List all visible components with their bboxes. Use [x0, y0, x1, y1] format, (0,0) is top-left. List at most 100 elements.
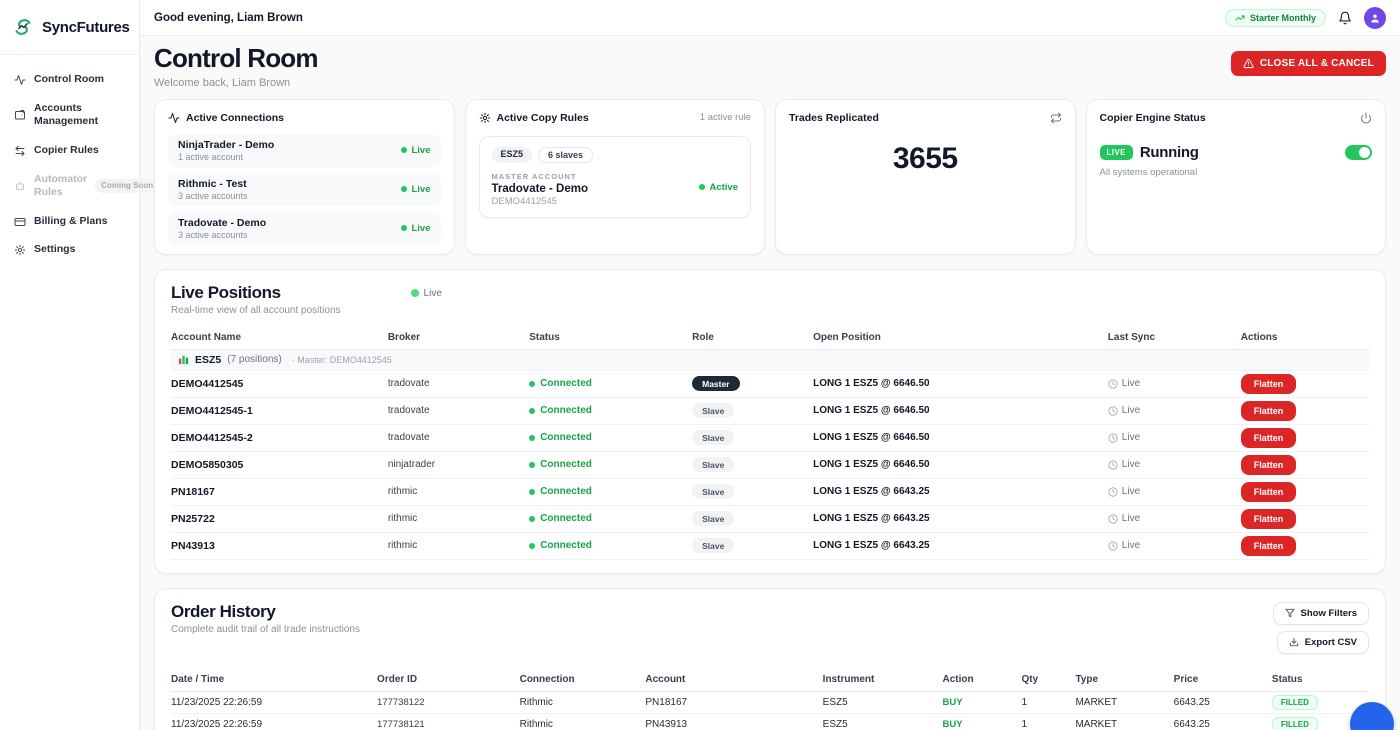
- stat-cards-row: Active Connections NinjaTrader - Demo 1 …: [154, 99, 1386, 255]
- order-datetime: 11/23/2025 22:26:59: [171, 719, 377, 730]
- sidebar-item-copier-rules[interactable]: Copier Rules: [10, 138, 129, 164]
- role-badge: Slave: [692, 511, 734, 526]
- connection-detail: 1 active account: [178, 152, 274, 162]
- trending-up-icon: [1235, 13, 1245, 23]
- flatten-button[interactable]: Flatten: [1241, 482, 1297, 502]
- last-sync-label: Live: [1122, 378, 1140, 389]
- sidebar-item-label: Copier Rules: [34, 144, 125, 158]
- live-dot-icon: [411, 289, 419, 297]
- connection-name: NinjaTrader - Demo: [178, 139, 274, 151]
- plan-badge[interactable]: Starter Monthly: [1225, 9, 1326, 27]
- trades-replicated-value: 3655: [789, 142, 1062, 176]
- order-qty: 1: [1022, 697, 1076, 708]
- gear-icon: [14, 244, 26, 256]
- open-position: LONG 1 ESZ5 @ 6646.50: [813, 405, 1108, 416]
- arrows-left-right-icon: [14, 145, 26, 157]
- order-account: PN18167: [645, 697, 822, 708]
- column-header: Instrument: [823, 674, 943, 685]
- card-title-text: Active Copy Rules: [497, 112, 589, 124]
- column-header: Role: [692, 332, 813, 343]
- column-header: Actions: [1241, 332, 1369, 343]
- position-row: DEMO5850305 ninjatrader Connected Slave …: [171, 452, 1369, 479]
- trades-replicated-card: Trades Replicated 3655: [775, 99, 1076, 255]
- person-icon: [1369, 12, 1381, 24]
- column-header: Connection: [520, 674, 646, 685]
- role-badge: Slave: [692, 430, 734, 445]
- engine-toggle[interactable]: [1345, 145, 1372, 160]
- role-badge: Slave: [692, 484, 734, 499]
- position-status: Connected: [540, 405, 592, 416]
- connection-name: Rithmic - Test: [178, 178, 248, 190]
- flatten-button[interactable]: Flatten: [1241, 455, 1297, 475]
- positions-rows: DEMO4412545 tradovate Connected Master L…: [171, 371, 1369, 560]
- credit-card-icon: [14, 216, 26, 228]
- sidebar-item-billing-plans[interactable]: Billing & Plans: [10, 209, 129, 235]
- connected-dot-icon: [529, 435, 535, 441]
- plan-badge-label: Starter Monthly: [1250, 13, 1316, 23]
- open-position: LONG 1 ESZ5 @ 6643.25: [813, 513, 1108, 524]
- column-header: Open Position: [813, 332, 1108, 343]
- connection-item: Tradovate - Demo 3 active accounts Live: [168, 212, 441, 245]
- flatten-button[interactable]: Flatten: [1241, 428, 1297, 448]
- position-account: DEMO4412545-1: [171, 405, 388, 417]
- main-area: Good evening, Liam Brown Starter Monthly…: [140, 0, 1400, 730]
- connected-dot-icon: [529, 543, 535, 549]
- order-action: BUY: [942, 719, 1021, 730]
- sidebar-item-control-room[interactable]: Control Room: [10, 67, 129, 93]
- column-header: Date / Time: [171, 674, 377, 685]
- position-row: PN25722 rithmic Connected Slave LONG 1 E…: [171, 506, 1369, 533]
- flatten-button[interactable]: Flatten: [1241, 401, 1297, 421]
- last-sync-label: Live: [1122, 513, 1140, 524]
- copier-engine-status-card: Copier Engine Status LIVE Running All sy…: [1086, 99, 1387, 255]
- live-positions-subtitle: Real-time view of all account positions: [171, 305, 341, 316]
- order-type: MARKET: [1075, 719, 1173, 730]
- master-account-id: DEMO4412545: [492, 196, 594, 207]
- live-indicator: Live: [411, 288, 442, 299]
- order-action: BUY: [942, 697, 1021, 708]
- user-avatar[interactable]: [1364, 7, 1386, 29]
- topbar: Good evening, Liam Brown Starter Monthly: [140, 0, 1400, 36]
- last-sync-label: Live: [1122, 486, 1140, 497]
- column-header: Broker: [388, 332, 529, 343]
- order-datetime: 11/23/2025 22:26:59: [171, 697, 377, 708]
- order-qty: 1: [1022, 719, 1076, 730]
- flatten-button[interactable]: Flatten: [1241, 374, 1297, 394]
- clock-icon: [1108, 487, 1118, 497]
- bar-chart-icon: [178, 354, 189, 365]
- sidebar-item-settings[interactable]: Settings: [10, 237, 129, 263]
- flatten-button[interactable]: Flatten: [1241, 509, 1297, 529]
- connected-dot-icon: [529, 462, 535, 468]
- active-connections-card: Active Connections NinjaTrader - Demo 1 …: [154, 99, 455, 255]
- order-history-panel: Order History Complete audit trail of al…: [154, 588, 1386, 730]
- sidebar-item-accounts-management[interactable]: Accounts Management: [10, 96, 129, 135]
- notifications-bell-icon[interactable]: [1338, 11, 1352, 25]
- clock-icon: [1108, 514, 1118, 524]
- power-icon: [1360, 112, 1372, 124]
- card-title-text: Active Connections: [186, 112, 284, 124]
- show-filters-button[interactable]: Show Filters: [1273, 602, 1369, 625]
- group-symbol: ESZ5: [195, 354, 221, 366]
- order-type: MARKET: [1075, 697, 1173, 708]
- copy-rule-item: ESZ5 6 slaves MASTER ACCOUNT Tradovate -…: [479, 136, 752, 218]
- close-all-cancel-label: CLOSE ALL & CANCEL: [1260, 58, 1374, 69]
- show-filters-label: Show Filters: [1301, 608, 1357, 619]
- topbar-right: Starter Monthly: [1225, 7, 1386, 29]
- order-row: 11/23/2025 22:26:59 177738122 Rithmic PN…: [171, 692, 1369, 714]
- sidebar-item-label: Settings: [34, 243, 125, 257]
- symbol-badge: ESZ5: [492, 147, 533, 163]
- active-dot-icon: [699, 184, 705, 190]
- position-broker: rithmic: [388, 540, 529, 551]
- flatten-button[interactable]: Flatten: [1241, 536, 1297, 556]
- connection-detail: 3 active accounts: [178, 230, 266, 240]
- position-account: DEMO4412545: [171, 378, 388, 390]
- positions-table: Account Name Broker Status Role Open Pos…: [171, 326, 1369, 560]
- sidebar: SyncFutures Control Room Accounts Manage…: [0, 0, 140, 730]
- position-row: PN18167 rithmic Connected Slave LONG 1 E…: [171, 479, 1369, 506]
- greeting-text: Good evening, Liam Brown: [154, 12, 303, 24]
- order-price: 6643.25: [1174, 697, 1272, 708]
- sidebar-item-label: Automator Rules: [34, 173, 87, 200]
- open-position: LONG 1 ESZ5 @ 6643.25: [813, 486, 1108, 497]
- column-header: Action: [942, 674, 1021, 685]
- export-csv-button[interactable]: Export CSV: [1277, 631, 1369, 654]
- close-all-cancel-button[interactable]: CLOSE ALL & CANCEL: [1231, 51, 1386, 76]
